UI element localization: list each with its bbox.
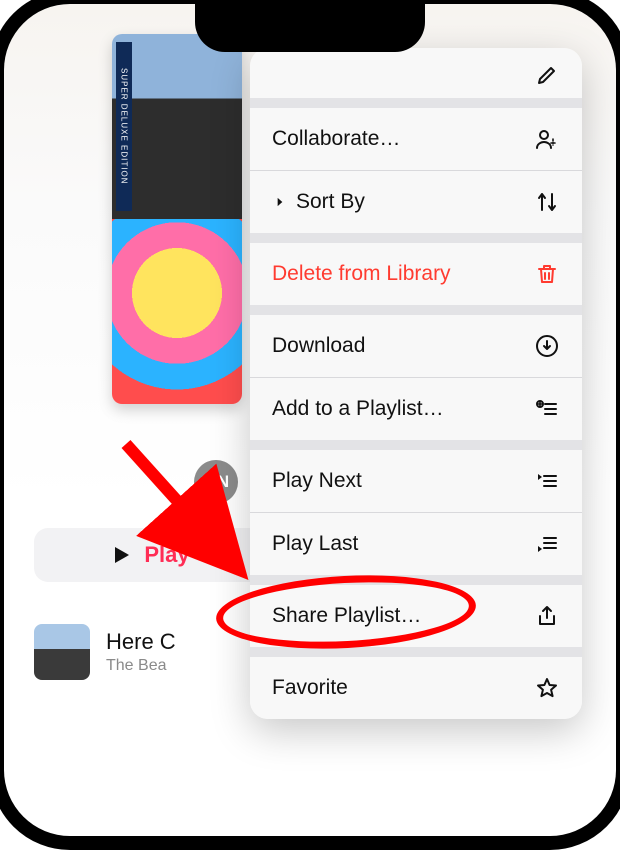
play-icon [108, 542, 134, 568]
menu-item-collaborate[interactable]: Collaborate… [250, 108, 582, 170]
menu-edit-row[interactable] [250, 48, 582, 98]
menu-item-play-last[interactable]: Play Last [250, 513, 582, 575]
download-icon [534, 333, 560, 359]
menu-separator [250, 98, 582, 108]
album-art-magical-mystery [112, 219, 242, 404]
menu-separator [250, 647, 582, 657]
menu-item-sort-by[interactable]: Sort By [250, 171, 582, 233]
menu-item-delete[interactable]: Delete from Library [250, 243, 582, 305]
menu-separator [250, 305, 582, 315]
share-icon [534, 603, 560, 629]
playlist-add-icon [534, 396, 560, 422]
collaborator-avatar[interactable]: MN [194, 460, 238, 504]
star-icon [534, 675, 560, 701]
menu-separator [250, 233, 582, 243]
play-next-icon [534, 468, 560, 494]
sort-arrows-icon [534, 189, 560, 215]
menu-item-favorite[interactable]: Favorite [250, 657, 582, 719]
menu-item-label: Collaborate… [272, 127, 400, 151]
album-edition-label: SUPER DELUXE EDITION [116, 42, 132, 211]
album-art-abbey-road: SUPER DELUXE EDITION [112, 34, 242, 219]
menu-item-label: Sort By [296, 190, 365, 214]
trash-icon [534, 261, 560, 287]
notch [195, 4, 425, 52]
play-button-label: Play [144, 542, 189, 568]
device-frame: SUPER DELUXE EDITION MN Play Here C The … [0, 0, 620, 850]
menu-item-download[interactable]: Download [250, 315, 582, 377]
menu-item-label: Delete from Library [272, 262, 451, 286]
menu-item-label: Play Last [272, 532, 358, 556]
context-menu: Collaborate… Sort By Delete [250, 48, 582, 719]
menu-item-play-next[interactable]: Play Next [250, 450, 582, 512]
song-artist: The Bea [106, 657, 176, 675]
menu-item-label: Download [272, 334, 365, 358]
chevron-right-icon [272, 189, 288, 215]
menu-item-label: Share Playlist… [272, 604, 421, 628]
screen: SUPER DELUXE EDITION MN Play Here C The … [4, 4, 616, 836]
menu-item-share-playlist[interactable]: Share Playlist… [250, 585, 582, 647]
menu-item-add-to-playlist[interactable]: Add to a Playlist… [250, 378, 582, 440]
menu-separator [250, 575, 582, 585]
menu-item-label: Play Next [272, 469, 362, 493]
avatar-initials: MN [203, 472, 229, 492]
playlist-cover-grid: SUPER DELUXE EDITION [112, 34, 242, 404]
person-add-icon [534, 126, 560, 152]
song-title: Here C [106, 629, 176, 655]
song-thumbnail [34, 624, 90, 680]
play-last-icon [534, 531, 560, 557]
menu-separator [250, 440, 582, 450]
menu-item-label: Add to a Playlist… [272, 397, 444, 421]
menu-item-label: Favorite [272, 676, 348, 700]
play-button[interactable]: Play [34, 528, 264, 582]
pencil-icon [534, 62, 560, 88]
